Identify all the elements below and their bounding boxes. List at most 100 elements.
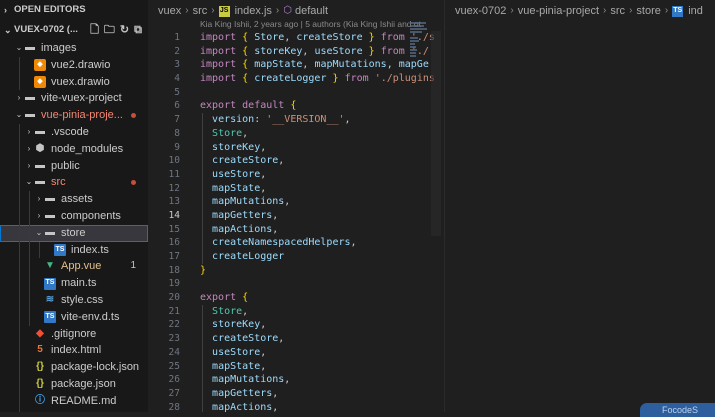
git-blame-annotation[interactable]: Kia King Ishii, 2 years ago | 5 authors … [200,19,421,29]
code-line[interactable]: 15 mapActions, [148,223,434,237]
code-token: mapMutations [314,59,386,70]
breadcrumb-item[interactable]: vuex [158,0,181,22]
chevron-right-icon[interactable]: › [24,158,34,175]
code-line[interactable]: 17 createLogger [148,250,434,264]
chevron-right-icon[interactable]: › [34,191,44,208]
tree-item[interactable]: {}package-lock.json [0,359,148,376]
collapse-all-icon[interactable]: ⧉ [134,20,142,40]
code-text: mapGetters, [200,209,278,223]
indent-guide [19,292,20,309]
open-editors-header[interactable]: › OPEN EDITORS [0,0,148,20]
code-token: } [200,265,206,276]
indent-guide [19,174,20,191]
tree-item[interactable]: ›▬components [0,208,148,225]
indent-guide [19,242,20,259]
breadcrumb-item[interactable]: vue-pinia-project [518,0,599,22]
code-line[interactable]: 28 mapActions, [148,401,434,412]
tree-item[interactable]: TSvite-env.d.ts [0,309,148,326]
code-token: export [200,100,236,111]
tree-item[interactable]: 5index.html [0,342,148,359]
code-line[interactable]: 11 useStore, [148,168,434,182]
line-number: 13 [148,195,180,209]
code-line[interactable]: 14 mapGetters, [148,209,434,223]
chevron-right-icon: › [603,0,606,22]
code-line[interactable]: 7 version: '__VERSION__', [148,113,434,127]
code-line[interactable]: 23 createStore, [148,332,434,346]
tree-item[interactable]: TSindex.ts [0,242,148,259]
code-line[interactable]: 16 createNamespacedHelpers, [148,236,434,250]
tree-item[interactable]: ▼App.vue1 [0,258,148,275]
editor-group-right: vuex-0702 › vue-pinia-project › src › st… [445,0,715,412]
tree-item[interactable]: ⌄▬store [0,225,148,242]
chevron-down-icon[interactable]: ⌄ [34,225,44,242]
new-file-icon[interactable]: 🗋 [90,20,99,40]
code-token: import [200,73,236,84]
indent-guide [19,258,20,275]
tree-item[interactable]: {}package.json [0,376,148,393]
breadcrumb-item[interactable]: vuex-0702 [455,0,506,22]
breadcrumb-item[interactable]: store [636,0,660,22]
code-line[interactable]: 20export { [148,291,434,305]
tree-item[interactable]: ◆vue2.drawio [0,57,148,74]
indent-guide [19,393,20,410]
workspace-header[interactable]: ⌄ VUEX-0702 (... 🗋 🗀 ↻ ⧉ [0,20,148,40]
tree-item[interactable]: ›⬢node_modules [0,141,148,158]
code-line[interactable]: 2import { storeKey, useStore } from './ [148,45,434,59]
chevron-right-icon[interactable]: › [24,141,34,158]
code-line[interactable]: 24 useStore, [148,346,434,360]
tree-item[interactable]: ≋style.css [0,292,148,309]
code-line[interactable]: 21 Store, [148,305,434,319]
tree-item[interactable]: ◆.gitignore [0,326,148,343]
indent-guide [19,74,20,91]
code-line[interactable]: 12 mapState, [148,182,434,196]
code-line[interactable]: 4import { createLogger } from './plugins [148,72,434,86]
code-text: mapMutations, [200,195,290,209]
chevron-right-icon[interactable]: › [34,208,44,225]
chevron-down-icon[interactable]: ⌄ [14,40,24,57]
tree-item[interactable]: TSmain.ts [0,275,148,292]
code-line[interactable]: 22 storeKey, [148,318,434,332]
chevron-right-icon[interactable]: › [14,90,24,107]
tree-item[interactable]: ⓘREADME.md [0,393,148,410]
code-line[interactable]: 6export default { [148,99,434,113]
code-line[interactable]: 25 mapState, [148,360,434,374]
new-folder-icon[interactable]: 🗀 [104,20,115,40]
code-line[interactable]: 27 mapGetters, [148,387,434,401]
chevron-down-icon[interactable]: ⌄ [14,107,24,124]
code-token: useStore [212,169,260,180]
tree-item-label: vue-pinia-proje... [41,107,123,124]
line-number: 26 [148,373,180,387]
code-line[interactable]: 18} [148,264,434,278]
markdown-file-icon: ⓘ [34,395,46,407]
breadcrumb-item[interactable]: src [610,0,625,22]
code-line[interactable]: 3import { mapState, mapMutations, mapGe [148,58,434,72]
indent-guide [19,326,20,343]
tree-item-label: package-lock.json [51,359,139,376]
tree-item[interactable]: ◆vuex.drawio [0,74,148,91]
code-editor[interactable]: 1import { Store, createStore } from './s… [148,31,434,412]
breadcrumb-item[interactable]: ind [688,0,703,22]
code-line[interactable]: 10 createStore, [148,154,434,168]
tree-item[interactable]: ⌄▬vue-pinia-proje... [0,107,148,124]
tree-item[interactable]: ›▬.vscode [0,124,148,141]
code-line[interactable]: 26 mapMutations, [148,373,434,387]
indent-guide [19,57,20,74]
code-line[interactable]: 13 mapMutations, [148,195,434,209]
chevron-down-icon[interactable]: ⌄ [24,174,34,191]
code-line[interactable]: 19 [148,277,434,291]
code-line[interactable]: 1import { Store, createStore } from './s [148,31,434,45]
tree-item[interactable]: ⌄▬images [0,40,148,57]
code-line[interactable]: 9 storeKey, [148,141,434,155]
chevron-right-icon[interactable]: › [24,124,34,141]
minimap[interactable] [410,22,430,72]
code-line[interactable]: 5 [148,86,434,100]
code-text: createNamespacedHelpers, [200,236,357,250]
tree-item[interactable]: ›▬assets [0,191,148,208]
refresh-icon[interactable]: ↻ [120,20,129,40]
tree-item[interactable]: ›▬vite-vuex-project [0,90,148,107]
tree-item[interactable]: ›▬public [0,158,148,175]
code-token: createStore [212,155,278,166]
code-line[interactable]: 8 Store, [148,127,434,141]
vertical-scrollbar[interactable] [431,31,441,236]
tree-item[interactable]: ⌄▬src [0,174,148,191]
